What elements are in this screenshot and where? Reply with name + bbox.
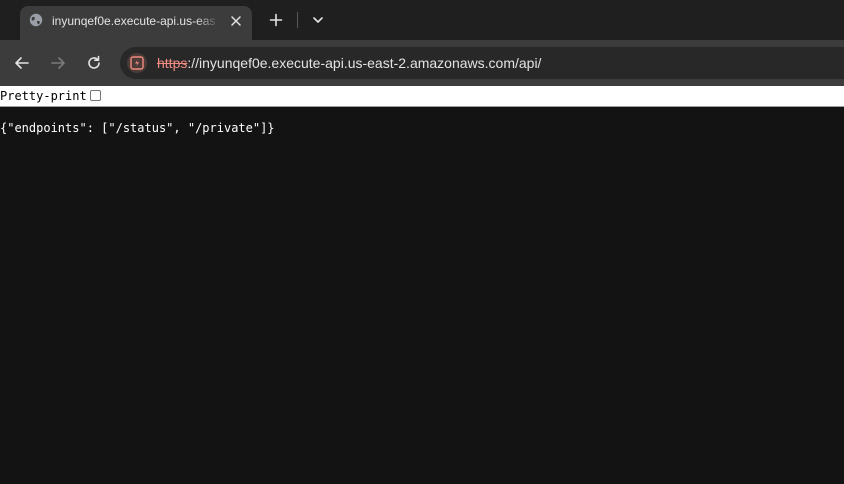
new-tab-plus-icon[interactable] [265,9,287,31]
chevron-down-icon[interactable] [308,10,328,30]
globe-icon [29,13,43,27]
tab-strip-divider [297,12,298,28]
pretty-print-bar: Pretty-print [0,86,844,107]
forward-arrow-icon[interactable] [47,52,69,74]
active-tab[interactable]: inyunqef0e.execute-api.us-east-2.amazona… [20,6,252,40]
tab-title: inyunqef0e.execute-api.us-east-2.amazona… [52,14,216,28]
url-rest: ://inyunqef0e.execute-api.us-east-2.amaz… [187,55,542,71]
reload-icon[interactable] [83,52,105,74]
address-bar[interactable]: https://inyunqef0e.execute-api.us-east-2… [120,47,844,79]
url-text: https://inyunqef0e.execute-api.us-east-2… [157,54,541,72]
url-scheme: https [157,55,188,71]
back-arrow-icon[interactable] [11,52,33,74]
pretty-print-checkbox[interactable] [90,90,101,101]
not-secure-icon [130,56,144,70]
tab-title-fade [196,10,220,32]
site-info-button[interactable] [127,53,147,73]
json-response-body: {"endpoints": ["/status", "/private"]} [0,121,275,135]
browser-toolbar: https://inyunqef0e.execute-api.us-east-2… [0,40,844,86]
close-icon[interactable] [227,12,245,30]
tab-strip: inyunqef0e.execute-api.us-east-2.amazona… [0,0,844,40]
pretty-print-label: Pretty-print [0,89,87,103]
